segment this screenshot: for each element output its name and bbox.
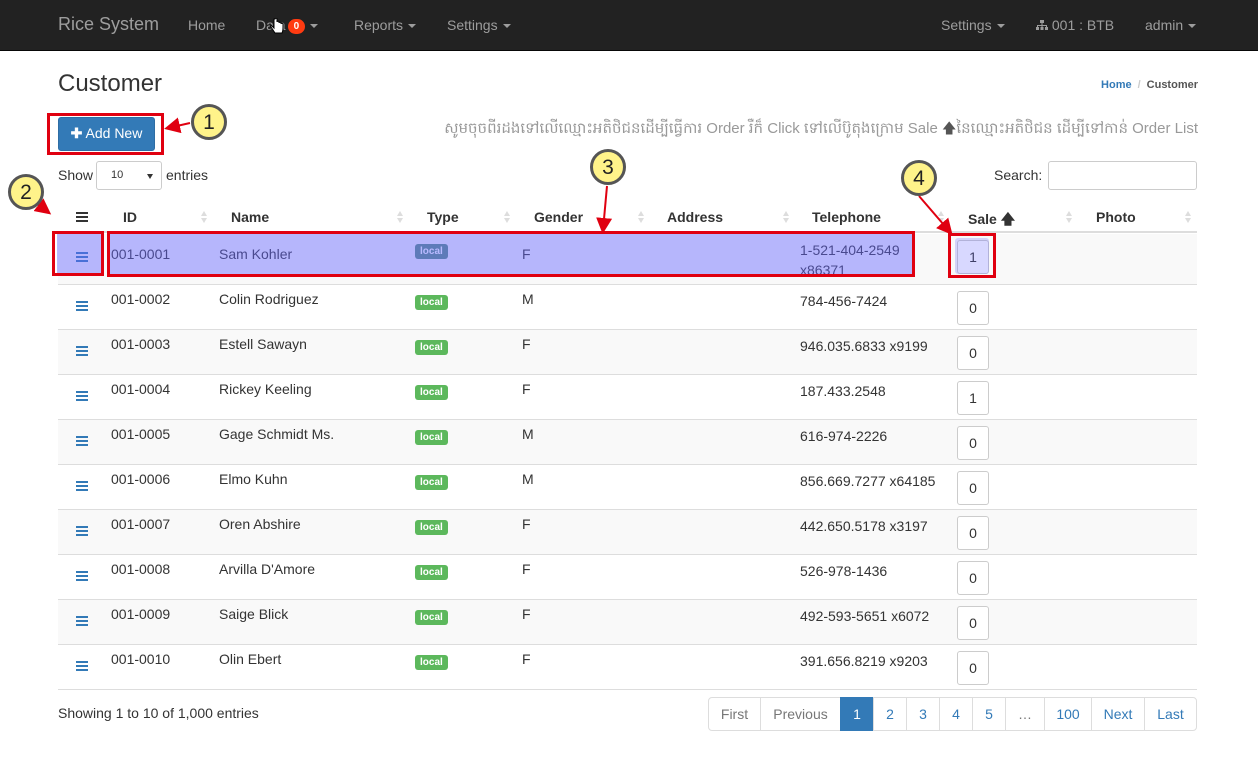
annotation-callout-2: 2 — [8, 174, 44, 210]
annotation-callout-1: 1 — [191, 104, 227, 140]
annotation-callout-3: 3 — [590, 149, 626, 185]
annotation-arrows — [25, 117, 953, 236]
annotation-callout-4: 4 — [901, 160, 937, 196]
